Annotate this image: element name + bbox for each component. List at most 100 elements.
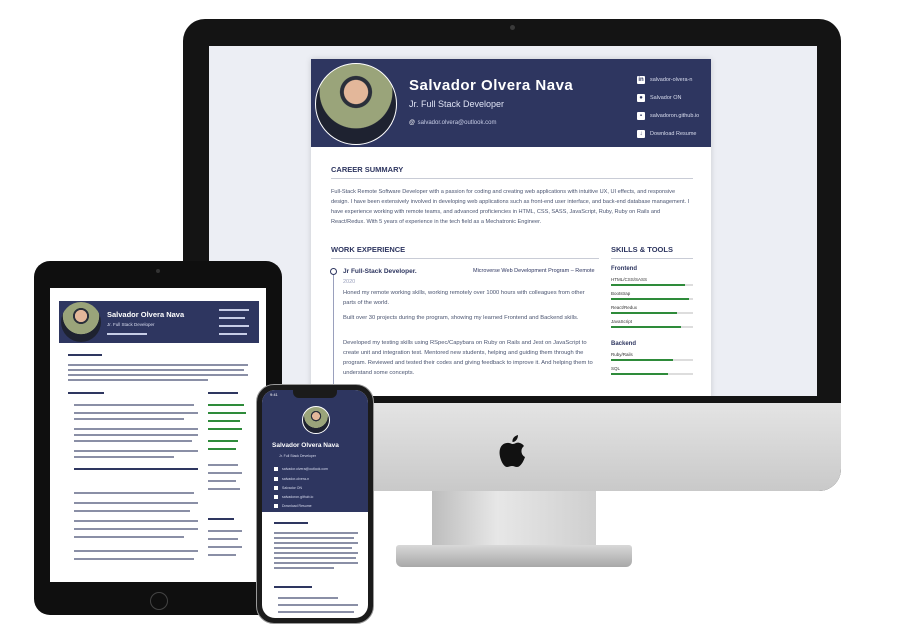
skill-bar-fill — [208, 428, 242, 430]
skill-item: Bootstrap — [611, 291, 693, 300]
iphone-device: 9:41 Salvador Olvera Nava Jr. Full Stack… — [256, 384, 374, 624]
text-line — [208, 472, 242, 474]
skill-bar-fill — [208, 404, 244, 406]
text-line — [208, 538, 238, 540]
text-line — [274, 537, 354, 539]
section-heading-line — [208, 518, 234, 520]
link-label: Salvador ON — [282, 485, 303, 490]
ipad-device: Salvador Olvera Nava Jr. Full Stack Deve… — [34, 261, 282, 615]
skill-bar-fill — [208, 412, 246, 414]
divider — [611, 258, 693, 259]
camera-dot — [156, 269, 160, 273]
text-line — [74, 428, 198, 430]
email-link[interactable]: salvador.olvera@outlook.com — [274, 466, 328, 471]
text-line — [68, 374, 248, 376]
text-line — [274, 567, 334, 569]
text-line — [274, 532, 358, 534]
timeline-line — [333, 271, 334, 396]
text-line — [208, 530, 242, 532]
resume-title: Jr. Full Stack Developer — [107, 322, 155, 327]
skill-bar-fill — [611, 284, 685, 286]
skill-bar-fill — [611, 298, 689, 300]
skill-bar — [611, 326, 693, 328]
github-link[interactable]: ● Salvador ON — [637, 89, 699, 107]
link-label: Download Resume — [650, 131, 697, 137]
job-point: Built over 30 projects during the progra… — [343, 315, 579, 321]
link-label: salvador-olvera-n — [282, 476, 310, 481]
skill-bar — [611, 373, 693, 375]
resume-name: Salvador Olvera Nava — [409, 77, 574, 94]
skill-bar-fill — [208, 420, 240, 422]
skill-bar-fill — [208, 448, 236, 450]
text-line — [74, 502, 198, 504]
section-heading-line — [68, 354, 102, 356]
apple-logo-icon — [499, 435, 525, 467]
divider — [331, 258, 599, 259]
linkedin-link[interactable]: salvador-olvera-n — [274, 476, 309, 481]
resume-header: Salvador Olvera Nava Jr. Full Stack Deve… — [59, 301, 259, 343]
resume-page: Salvador Olvera Nava Jr. Full Stack Deve… — [311, 59, 711, 396]
skill-bar — [611, 312, 693, 314]
contact-links: in salvador-olvera-n ● Salvador ON ▪ sal… — [637, 71, 699, 143]
skill-item: SQL — [611, 366, 693, 375]
website-link[interactable]: ▪ salvadoron.github.io — [637, 107, 699, 125]
linkedin-icon: in — [637, 76, 645, 84]
text-line — [68, 379, 208, 381]
skill-item: React/Redux — [611, 305, 693, 314]
download-resume-link[interactable]: ↓ Download Resume — [637, 125, 699, 143]
text-line — [278, 597, 338, 599]
download-resume-link[interactable]: Download Resume — [274, 503, 312, 508]
skill-label: React/Redux — [611, 305, 638, 310]
skill-bar-fill — [611, 359, 673, 361]
imac-screen: Salvador Olvera Nava Jr. Full Stack Deve… — [209, 46, 817, 396]
download-icon — [274, 503, 278, 508]
email-line — [107, 333, 147, 335]
github-link[interactable]: Salvador ON — [274, 485, 302, 490]
link-label: salvadoron.github.io — [650, 113, 700, 119]
section-heading-line — [274, 586, 312, 588]
text-line — [278, 611, 354, 613]
imac-stand-base — [396, 545, 632, 567]
skill-item: JavaScript — [611, 319, 693, 328]
work-experience-heading: WORK EXPERIENCE — [331, 245, 406, 254]
text-line — [278, 604, 358, 606]
text-line — [74, 434, 198, 436]
camera-dot — [510, 25, 515, 30]
text-line — [274, 552, 358, 554]
text-line — [74, 550, 198, 552]
text-line — [74, 412, 198, 414]
skill-label: JavaScript — [611, 319, 633, 324]
email-link[interactable]: @ salvador.olvera@outlook.com — [409, 120, 496, 126]
text-line — [74, 404, 194, 406]
text-line — [74, 510, 190, 512]
tags-line — [74, 468, 198, 470]
link-label: Salvador ON — [650, 95, 682, 101]
text-line — [68, 364, 248, 366]
at-icon — [274, 466, 278, 471]
text-line — [74, 440, 192, 442]
text-line — [208, 488, 240, 490]
section-heading-line — [208, 392, 238, 394]
job-point: Developed my testing skills using RSpec/… — [343, 340, 593, 376]
linkedin-link[interactable]: in salvador-olvera-n — [637, 71, 699, 89]
text-line — [274, 547, 352, 549]
website-icon: ▪ — [637, 112, 645, 120]
skill-bar-fill — [611, 312, 677, 314]
github-icon — [274, 485, 278, 490]
text-line — [208, 480, 236, 482]
website-link[interactable]: salvadoron.github.io — [274, 494, 313, 499]
resume-title: Jr. Full Stack Developer — [409, 99, 505, 109]
career-summary-text: Full-Stack Remote Software Developer wit… — [331, 189, 690, 225]
email-text: salvador.olvera@outlook.com — [417, 120, 497, 126]
backend-heading: Backend — [611, 341, 637, 347]
status-time: 9:41 — [270, 392, 278, 397]
text-line — [74, 520, 198, 522]
profile-photo — [315, 63, 397, 145]
skill-label: Bootstrap — [611, 291, 631, 296]
link-label: salvadoron.github.io — [282, 494, 314, 499]
text-line — [68, 369, 244, 371]
home-button — [150, 592, 168, 610]
section-heading-line — [68, 392, 104, 394]
skill-bar-fill — [208, 440, 238, 442]
job-title: Jr Full-Stack Developer. — [343, 268, 417, 275]
